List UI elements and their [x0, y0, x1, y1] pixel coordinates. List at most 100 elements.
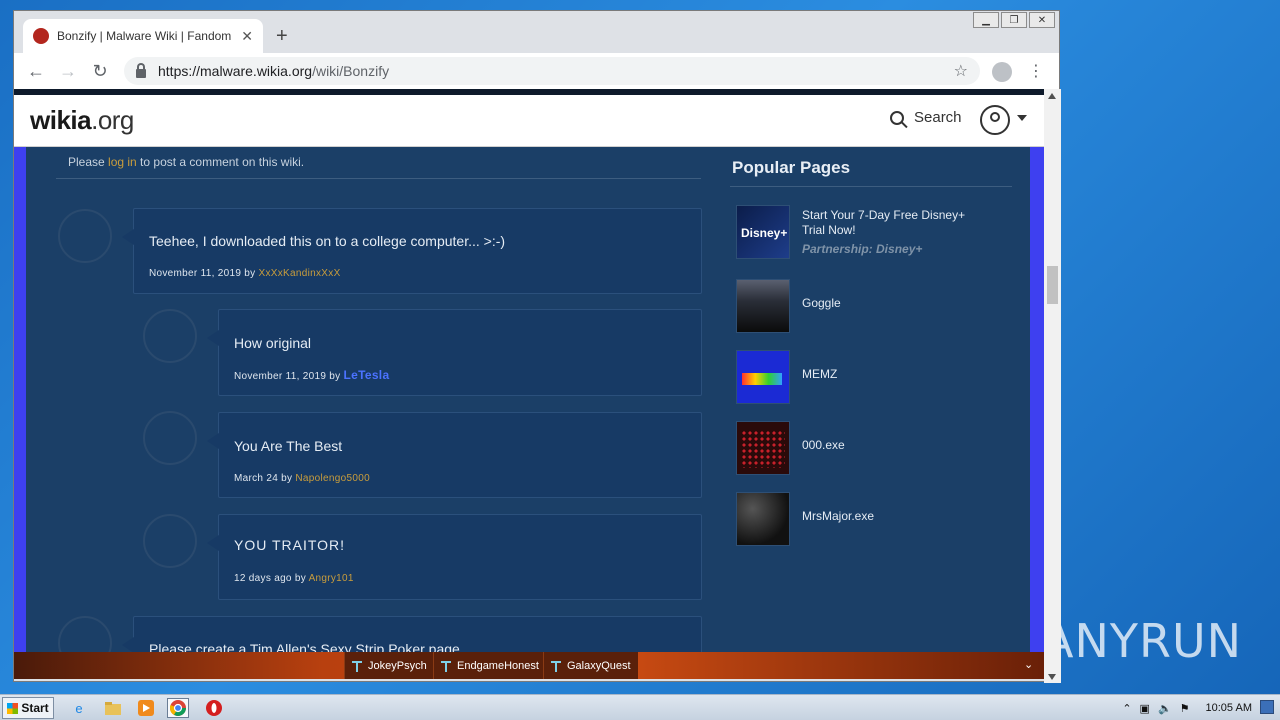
fandom-favicon-icon — [33, 28, 49, 44]
forward-button[interactable]: → — [52, 55, 84, 87]
exe-thumbnail[interactable] — [736, 421, 790, 475]
fandom-bottom-bar: JokeyPsych EndgameHonest GalaxyQuest ⌄ — [14, 652, 1044, 679]
comment-author[interactable]: Napolengo5000 — [295, 473, 370, 484]
chrome-icon[interactable] — [167, 698, 189, 718]
browser-toolbar: ← → ↻ https://malware.wikia.org /wiki/Bo… — [14, 53, 1059, 89]
login-link[interactable]: log in — [108, 155, 137, 169]
ie-icon[interactable]: e — [68, 698, 90, 718]
logo-tld: .org — [91, 105, 134, 135]
wiki-search-button[interactable]: Search — [890, 109, 962, 126]
address-bar[interactable]: https://malware.wikia.org /wiki/Bonzify … — [124, 57, 980, 85]
media-player-icon[interactable] — [135, 698, 157, 718]
anyrun-watermark: ANY RUN — [1042, 606, 1242, 676]
comment-author[interactable]: LeTesla — [344, 368, 390, 382]
reply-bubble: YOU TRAITOR! 12 days ago by Angry101 — [207, 514, 702, 600]
clock[interactable]: 10:05 AM — [1206, 702, 1252, 714]
comment-date: November 11, 2019 by — [149, 268, 259, 279]
reply-bubble: You Are The Best March 24 by Napolengo50… — [207, 412, 702, 498]
login-prefix: Please — [68, 155, 109, 169]
popular-pages-title: Popular Pages — [732, 158, 851, 177]
fandom-bar-item[interactable]: GalaxyQuest — [543, 652, 638, 679]
show-hidden-icons-icon[interactable]: ⌃ — [1122, 702, 1131, 715]
popular-item-mrsmajor[interactable]: MrsMajor.exe — [736, 492, 1016, 547]
avatar[interactable] — [143, 514, 197, 568]
window-controls: ▁ ❐ ✕ — [973, 12, 1055, 28]
tab-bonzify[interactable]: Bonzify | Malware Wiki | Fandom ✕ — [23, 19, 263, 53]
watermark-right: RUN — [1138, 614, 1243, 668]
taskbar: Start e ⌃ ▣ 🔈 ⚑ 10:05 AM — [0, 694, 1280, 720]
comment-author[interactable]: Angry101 — [309, 573, 354, 584]
popular-item-disney[interactable]: Disney+ Start Your 7-Day Free Disney+ Tr… — [736, 205, 1016, 260]
mrsmajor-thumbnail[interactable] — [736, 492, 790, 546]
wikia-logo[interactable]: wikia.org — [30, 105, 134, 136]
memz-thumbnail[interactable] — [736, 350, 790, 404]
popular-item-label[interactable]: MEMZ — [802, 367, 837, 382]
avatar[interactable] — [143, 309, 197, 363]
expand-bar-icon[interactable]: ⌄ — [1024, 658, 1033, 671]
page-viewport: wikia.org Search Please log in to post a… — [14, 89, 1044, 666]
popular-item-memz[interactable]: MEMZ — [736, 350, 1016, 405]
profile-avatar-icon[interactable] — [992, 62, 1012, 82]
comment-text: You Are The Best — [234, 438, 343, 454]
user-account-icon[interactable] — [980, 105, 1010, 135]
fandom-bar-item[interactable]: JokeyPsych — [344, 652, 434, 679]
avatar[interactable] — [58, 209, 112, 263]
browser-window: Bonzify | Malware Wiki | Fandom ✕ + ▁ ❐ … — [13, 10, 1061, 683]
popular-item-label[interactable]: 000.exe — [802, 438, 845, 453]
comment-meta: 12 days ago by Angry101 — [234, 573, 354, 584]
scroll-down-icon[interactable] — [1048, 674, 1056, 680]
comment-text: How original — [234, 335, 312, 351]
divider — [56, 178, 701, 179]
folder-icon[interactable] — [102, 698, 124, 718]
new-tab-button[interactable]: + — [276, 25, 288, 48]
fandom-wiki-icon — [441, 660, 451, 672]
fandom-bar-label: GalaxyQuest — [567, 659, 631, 672]
bookmark-star-icon[interactable]: ☆ — [954, 61, 968, 81]
opera-icon[interactable] — [203, 698, 225, 718]
popular-item-label[interactable]: Start Your 7-Day Free Disney+ Trial Now! — [802, 208, 972, 238]
scroll-up-icon[interactable] — [1048, 93, 1056, 99]
popular-item-label[interactable]: MrsMajor.exe — [802, 509, 874, 524]
lock-icon — [136, 62, 146, 78]
fandom-wiki-icon — [352, 660, 362, 672]
windows-flag-icon — [7, 702, 19, 714]
network-icon[interactable]: ▣ — [1140, 702, 1150, 715]
thumb-label: Disney+ — [741, 226, 788, 240]
action-center-flag-icon[interactable]: ⚑ — [1180, 702, 1190, 715]
divider — [730, 186, 1012, 187]
avatar[interactable] — [143, 411, 197, 465]
system-tray: ⌃ ▣ 🔈 ⚑ 10:05 AM — [1122, 695, 1280, 720]
reload-button[interactable]: ↻ — [84, 55, 116, 87]
fandom-bar-label: JokeyPsych — [368, 659, 427, 672]
tab-close-icon[interactable]: ✕ — [241, 28, 253, 45]
url-host: https://malware.wikia.org — [158, 63, 313, 79]
url-path: /wiki/Bonzify — [312, 63, 390, 79]
popular-item-label[interactable]: Goggle — [802, 296, 841, 311]
content-area: Please log in to post a comment on this … — [26, 147, 1030, 666]
goggle-thumbnail[interactable] — [736, 279, 790, 333]
comment-author[interactable]: XxXxKandinxXxX — [259, 268, 341, 279]
login-suffix: to post a comment on this wiki. — [136, 155, 305, 169]
minimize-button[interactable]: ▁ — [973, 12, 999, 28]
comment-date: November 11, 2019 by — [234, 371, 344, 382]
page-scrollbar[interactable] — [1044, 89, 1061, 683]
show-desktop-button[interactable] — [1260, 700, 1274, 714]
start-button[interactable]: Start — [2, 697, 54, 719]
popular-item-goggle[interactable]: Goggle — [736, 279, 1016, 334]
fandom-bar-item[interactable]: EndgameHonest — [433, 652, 546, 679]
restore-button[interactable]: ❐ — [1001, 12, 1027, 28]
logo-main: wikia — [30, 105, 92, 135]
disney-thumbnail[interactable]: Disney+ — [736, 205, 790, 259]
search-label: Search — [914, 109, 962, 126]
scroll-thumb[interactable] — [1047, 266, 1058, 304]
popular-item-sub: Partnership: Disney+ — [802, 242, 923, 256]
back-button[interactable]: ← — [20, 55, 52, 87]
popular-item-000exe[interactable]: 000.exe — [736, 421, 1016, 476]
chevron-down-icon[interactable] — [1017, 115, 1027, 121]
start-label: Start — [21, 701, 49, 715]
browser-menu-icon[interactable]: ⋮ — [1028, 61, 1044, 81]
login-prompt: Please log in to post a comment on this … — [68, 155, 304, 169]
volume-icon[interactable]: 🔈 — [1158, 702, 1172, 715]
close-window-button[interactable]: ✕ — [1029, 12, 1055, 28]
comment-meta: March 24 by Napolengo5000 — [234, 473, 370, 484]
